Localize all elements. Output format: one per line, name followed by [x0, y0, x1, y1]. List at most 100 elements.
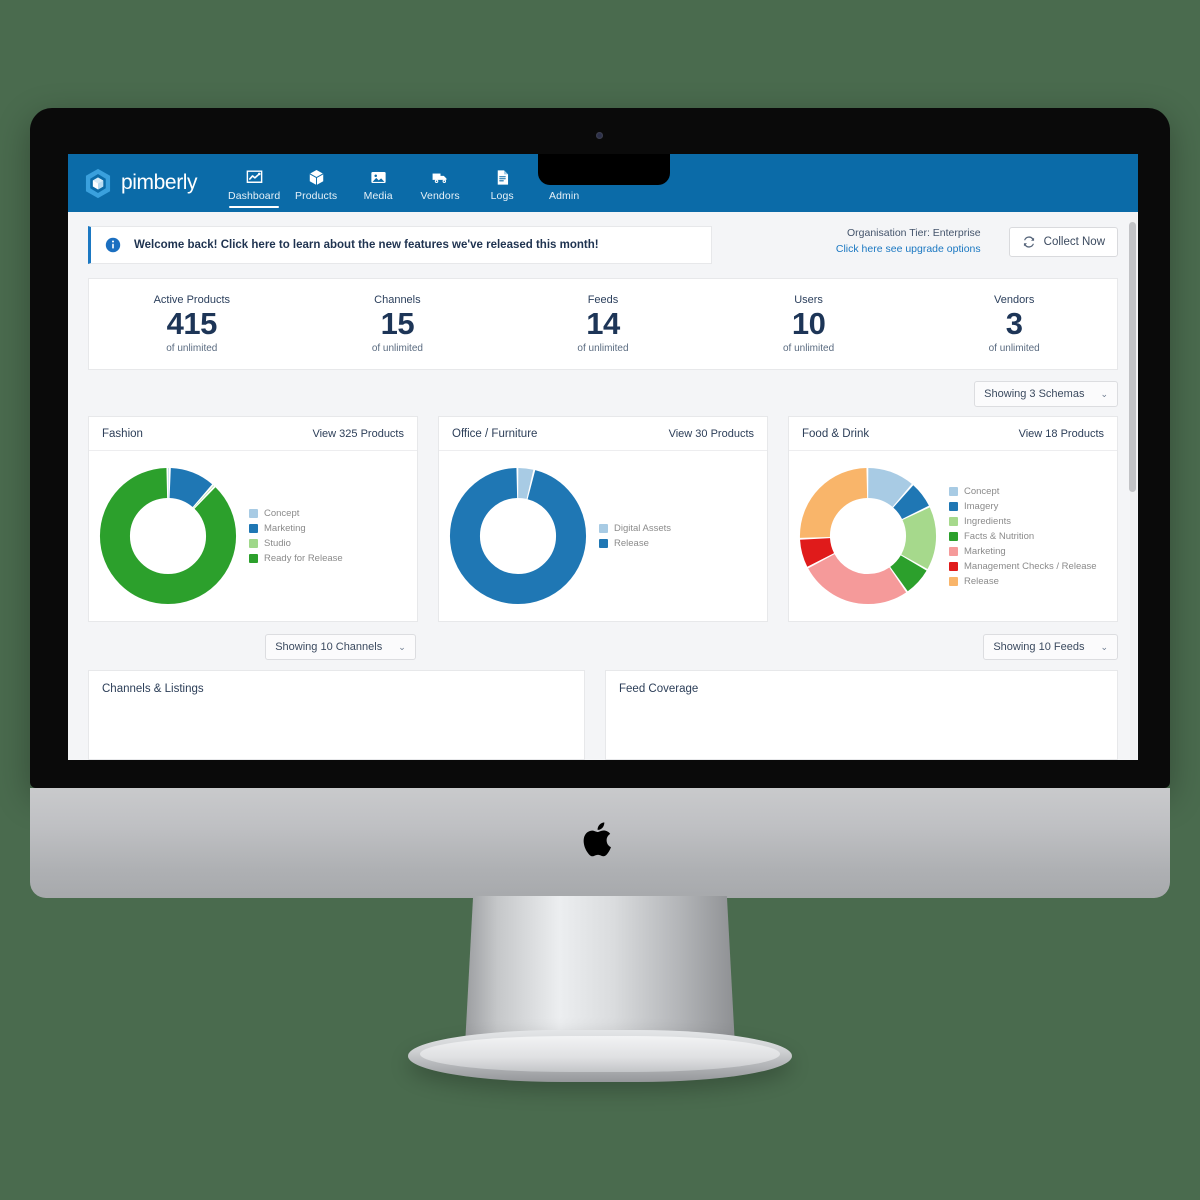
showing-channels-dropdown[interactable]: Showing 10 Channels ⌄ [265, 634, 416, 660]
donut-chart-fashion [99, 467, 237, 605]
legend-item[interactable]: Marketing [949, 546, 1115, 557]
schema-card-food-drink: Food & Drink View 18 Products Concept Ima… [788, 416, 1118, 622]
dropdown-value: Showing 10 Feeds [993, 641, 1085, 653]
nav-label: Dashboard [228, 190, 281, 202]
tier-label: Organisation Tier: Enterprise [846, 227, 981, 239]
legend-label: Release [964, 575, 999, 587]
kpi-value: 10 [791, 306, 826, 342]
legend-office-furniture: Digital Assets Release [593, 523, 767, 549]
nav-label: Vendors [420, 190, 460, 202]
legend-item[interactable]: Ingredients [949, 516, 1115, 527]
legend-item[interactable]: Facts & Nutrition [949, 531, 1115, 542]
chart-area: Concept Marketing Studio Ready for Release [89, 451, 417, 621]
refresh-icon [1023, 236, 1034, 248]
document-icon [497, 170, 508, 185]
view-products-link[interactable]: View 30 Products [669, 428, 754, 440]
upgrade-options-link[interactable]: Click here see upgrade options [836, 243, 981, 255]
channels-dropdown-slot: Showing 10 Channels ⌄ [88, 634, 593, 660]
schema-cards-grid: Fashion View 325 Products Concept Marketi… [88, 416, 1118, 622]
legend-swatch [249, 509, 258, 518]
schema-title: Office / Furniture [452, 427, 538, 440]
monitor-stand-neck [465, 896, 735, 1046]
nav-label: Admin [549, 190, 580, 202]
schema-card-header: Food & Drink View 18 Products [789, 417, 1117, 451]
panel-title: Channels & Listings [102, 683, 204, 695]
display-notch-overlay [538, 154, 670, 185]
legend-label: Marketing [264, 523, 306, 534]
nav-item-vendors[interactable]: Vendors [409, 154, 471, 212]
image-icon [371, 171, 386, 184]
collect-now-label: Collect Now [1043, 236, 1105, 248]
legend-label: Studio [264, 538, 291, 549]
nav-item-logs[interactable]: Logs [471, 154, 533, 212]
info-icon [105, 237, 121, 253]
welcome-banner[interactable]: Welcome back! Click here to learn about … [88, 226, 712, 264]
legend-swatch [599, 524, 608, 533]
legend-item[interactable]: Ready for Release [249, 553, 415, 564]
truck-icon [432, 173, 447, 184]
showing-feeds-dropdown[interactable]: Showing 10 Feeds ⌄ [983, 634, 1118, 660]
legend-label: Facts & Nutrition [964, 530, 1035, 542]
chevron-down-icon: ⌄ [1100, 388, 1108, 399]
schema-card-header: Fashion View 325 Products [89, 417, 417, 451]
view-products-link[interactable]: View 325 Products [312, 428, 404, 440]
legend-fashion: Concept Marketing Studio Ready for Release [243, 508, 417, 564]
kpi-sub: of unlimited [988, 342, 1040, 354]
legend-item[interactable]: Digital Assets [599, 523, 765, 534]
kpi-label: Users [794, 294, 823, 307]
collect-now-button[interactable]: Collect Now [1008, 227, 1118, 257]
nav-item-products[interactable]: Products [285, 154, 347, 212]
kpi-label: Active Products [153, 294, 230, 307]
donut-segment [449, 467, 587, 605]
legend-item[interactable]: Release [949, 576, 1115, 587]
showing-schemas-dropdown[interactable]: Showing 3 Schemas ⌄ [974, 381, 1118, 407]
dashboard-page: Welcome back! Click here to learn about … [68, 212, 1138, 760]
bottom-panels-grid: Channels & Listings Feed Coverage [88, 670, 1118, 760]
welcome-message: Welcome back! Click here to learn about … [134, 239, 599, 251]
kpi-value: 14 [586, 306, 620, 342]
legend-label: Release [614, 538, 649, 549]
top-navigation-bar: pimberly Dashboard Products Media Vendor… [68, 154, 1138, 212]
nav-item-media[interactable]: Media [347, 154, 409, 212]
monitor-stand-foot-top [420, 1036, 780, 1072]
donut-segment [799, 467, 937, 605]
nav-item-dashboard[interactable]: Dashboard [223, 154, 285, 212]
nav-label: Products [295, 190, 338, 202]
kpi-value: 415 [166, 306, 218, 342]
legend-item[interactable]: Marketing [249, 523, 415, 534]
view-products-link[interactable]: View 18 Products [1019, 428, 1104, 440]
panel-channels-listings: Channels & Listings [88, 670, 585, 760]
brand-logo[interactable]: pimberly [84, 154, 223, 212]
legend-label: Concept [964, 485, 1000, 497]
kpi-strip: Active Products 415 of unlimited Channel… [88, 278, 1118, 370]
kpi-value: 15 [380, 306, 415, 342]
pimberly-hexagon-icon [85, 168, 111, 198]
legend-label: Ingredients [964, 515, 1012, 527]
page-scrollbar-thumb[interactable] [1129, 222, 1136, 492]
schema-card-office-furniture: Office / Furniture View 30 Products Digi… [438, 416, 768, 622]
legend-item[interactable]: Release [599, 538, 765, 549]
chart-area: Concept Imagery Ingredients Facts & Nutriti… [789, 451, 1117, 621]
legend-item[interactable]: Studio [249, 538, 415, 549]
legend-item[interactable]: Imagery [949, 501, 1115, 512]
donut-chart-office-furniture [449, 467, 587, 605]
schema-title: Fashion [102, 427, 143, 440]
legend-swatch [249, 524, 258, 533]
legend-label: Marketing [964, 545, 1006, 557]
schema-card-fashion: Fashion View 325 Products Concept Marketi… [88, 416, 418, 622]
kpi-sub: of unlimited [577, 342, 629, 354]
donut-wrap [93, 466, 243, 606]
legend-swatch [949, 546, 958, 556]
legend-item[interactable]: Management Checks / Release [949, 561, 1115, 572]
feeds-dropdown-slot: Showing 10 Feeds ⌄ [593, 634, 1118, 660]
legend-label: Digital Assets [614, 523, 672, 534]
chart-area: Digital Assets Release [439, 451, 767, 621]
donut-wrap [793, 466, 943, 606]
schemas-dropdown-row: Showing 3 Schemas ⌄ [88, 381, 1118, 407]
legend-item[interactable]: Concept [249, 508, 415, 519]
welcome-row: Welcome back! Click here to learn about … [88, 226, 1118, 264]
legend-swatch [949, 501, 958, 511]
legend-label: Imagery [964, 500, 999, 512]
legend-item[interactable]: Concept [949, 486, 1115, 497]
page-scrollbar-track[interactable] [1129, 212, 1137, 760]
